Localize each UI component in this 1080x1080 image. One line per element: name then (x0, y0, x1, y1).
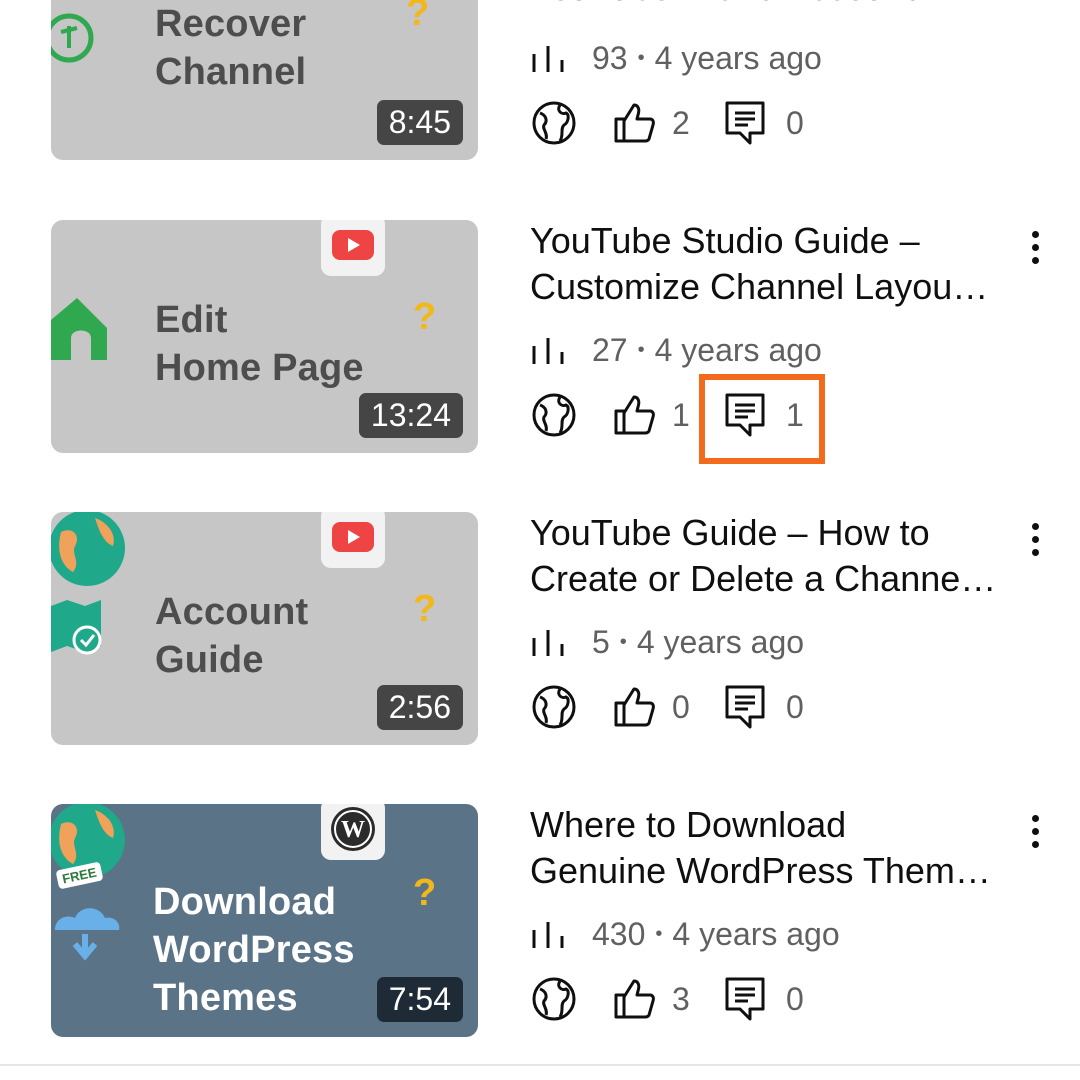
youtube-logo-icon (321, 512, 385, 568)
comment-highlight-box (699, 374, 825, 464)
thumbs-up-icon[interactable] (610, 391, 658, 439)
question-mark-icon: ? (413, 872, 437, 914)
yoga-figure-icon (51, 13, 94, 63)
bar-chart-icon (530, 334, 570, 366)
bar-chart-icon (530, 42, 570, 74)
thumbs-up-icon[interactable] (610, 975, 658, 1023)
video-actions: 3 0 (530, 974, 826, 1024)
like-count: 2 (672, 104, 690, 141)
upload-age: 4 years ago (654, 39, 822, 76)
view-count: 5 (592, 623, 610, 660)
thumbnail-title: Download WordPress Themes (153, 881, 355, 1019)
thumbs-up-icon[interactable] (610, 99, 658, 147)
view-count: 430 (592, 915, 646, 952)
globe-icon[interactable] (530, 683, 578, 731)
bar-chart-icon (530, 918, 570, 950)
bar-chart-icon (530, 626, 570, 658)
comment-count: 0 (786, 688, 804, 725)
comment-icon[interactable] (724, 976, 766, 1022)
video-duration: 8:45 (376, 100, 463, 145)
map-check-icon (51, 600, 102, 655)
question-mark-icon: ? (413, 588, 437, 630)
video-duration: 7:54 (376, 977, 463, 1022)
thumbnail-title: Account Guide (155, 591, 309, 681)
globe-icon[interactable] (530, 975, 578, 1023)
video-stats: 5 • 4 years ago (530, 622, 804, 662)
thumbnail-title: Recover Channel (155, 3, 307, 93)
comment-icon[interactable] (724, 684, 766, 730)
youtube-logo-icon (321, 220, 385, 276)
like-count: 3 (672, 980, 690, 1017)
globe-icon[interactable] (530, 391, 578, 439)
like-count: 0 (672, 688, 690, 725)
more-vertical-icon[interactable] (1020, 222, 1050, 272)
house-icon (51, 298, 107, 360)
thumbs-up-icon[interactable] (610, 683, 658, 731)
question-mark-icon: ? (413, 296, 437, 338)
cloud-download-icon (55, 908, 120, 961)
upload-age: 4 years ago (654, 331, 822, 368)
video-stats: 93 • 4 years ago (530, 38, 822, 78)
video-row-1[interactable]: Recover Channel ? 8:45 YouTube Brand Acc… (0, 0, 1080, 160)
video-thumbnail[interactable]: FREE W ? Download WordPress Themes 7:54 (51, 804, 478, 1037)
globe-icon[interactable] (530, 99, 578, 147)
video-title[interactable]: Where to Download Genuine WordPress Them… (530, 802, 1020, 894)
divider (0, 1064, 1080, 1066)
video-actions: 2 0 (530, 98, 826, 148)
video-title[interactable]: YouTube Studio Guide – Customize Channel… (530, 218, 1020, 310)
wordpress-logo-icon: W (321, 804, 385, 860)
view-count: 27 (592, 331, 628, 368)
svg-text:W: W (341, 817, 365, 843)
comment-icon[interactable] (724, 100, 766, 146)
more-vertical-icon[interactable] (1020, 514, 1050, 564)
video-row-4[interactable]: FREE W ? Download WordPress Themes 7:54 … (0, 794, 1080, 1054)
video-stats: 27 • 4 years ago (530, 330, 822, 370)
video-duration: 2:56 (376, 685, 463, 730)
comment-count: 0 (786, 104, 804, 141)
upload-age: 4 years ago (636, 623, 805, 660)
globe-illustration-icon (51, 512, 125, 586)
thumbnail-title: Edit Home Page (155, 299, 364, 389)
video-title[interactable]: YouTube Brand Account ... (530, 0, 1020, 11)
video-row-2[interactable]: ? Edit Home Page 13:24 YouTube Studio Gu… (0, 210, 1080, 470)
video-actions: 0 0 (530, 682, 826, 732)
more-vertical-icon[interactable] (1020, 806, 1050, 856)
video-thumbnail[interactable]: ? Account Guide 2:56 (51, 512, 478, 745)
comment-count: 0 (786, 980, 804, 1017)
video-thumbnail[interactable]: Recover Channel ? 8:45 (51, 0, 478, 160)
upload-age: 4 years ago (672, 915, 840, 952)
video-row-3[interactable]: ? Account Guide 2:56 YouTube Guide – How… (0, 502, 1080, 762)
video-thumbnail[interactable]: ? Edit Home Page 13:24 (51, 220, 478, 453)
video-stats: 430 • 4 years ago (530, 914, 840, 954)
question-mark-icon: ? (406, 0, 430, 34)
video-duration: 13:24 (358, 393, 463, 438)
video-title[interactable]: YouTube Guide – How to Create or Delete … (530, 510, 1020, 602)
view-count: 93 (592, 39, 628, 76)
